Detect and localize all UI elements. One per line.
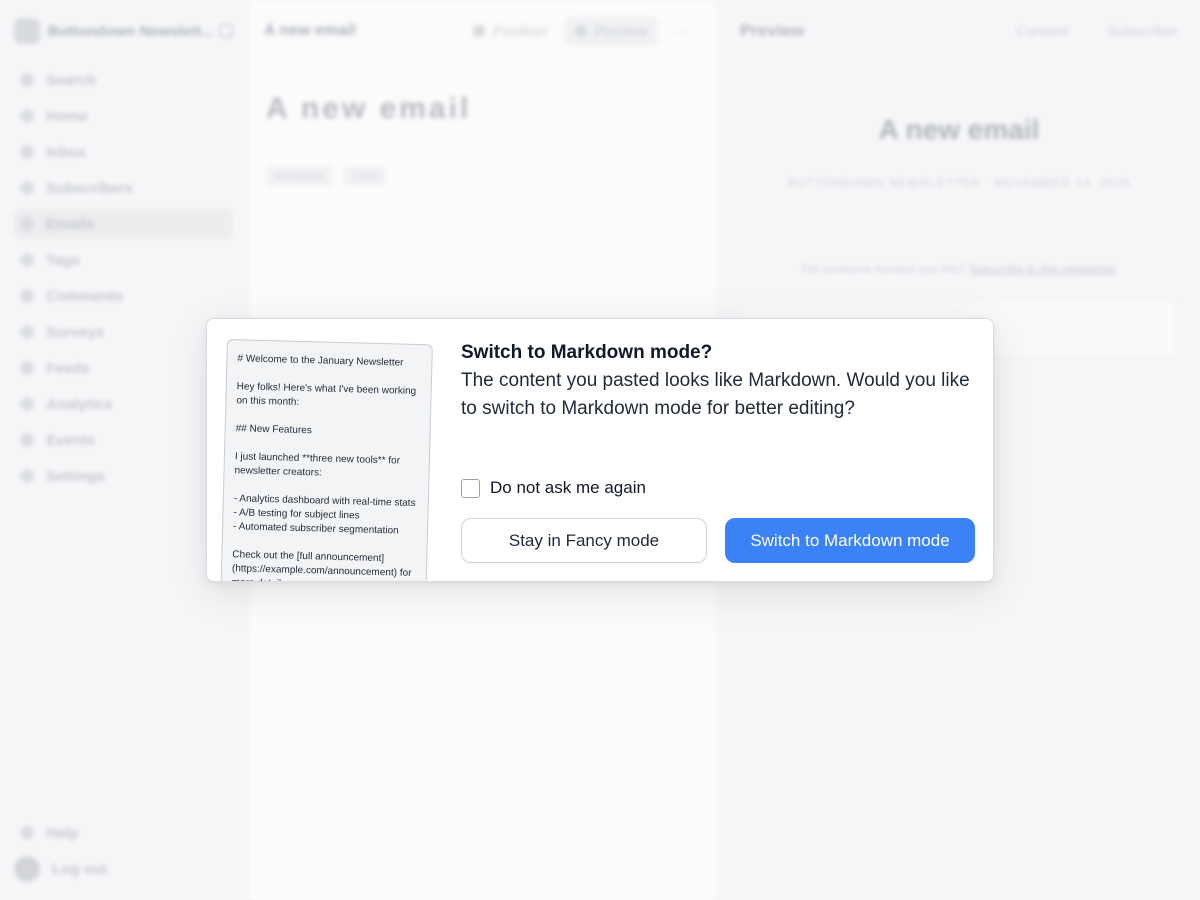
do-not-ask-label[interactable]: Do not ask me again — [490, 478, 646, 498]
dialog-body: Switch to Markdown mode? The content you… — [461, 341, 973, 423]
do-not-ask-checkbox-row[interactable]: Do not ask me again — [461, 478, 646, 498]
dialog-title: Switch to Markdown mode? — [461, 342, 713, 363]
switch-markdown-mode-button[interactable]: Switch to Markdown mode — [725, 518, 975, 563]
dialog-message: The content you pasted looks like Markdo… — [461, 370, 970, 419]
markdown-mode-dialog: # Welcome to the January Newsletter Hey f… — [206, 318, 994, 582]
markdown-preview-card: # Welcome to the January Newsletter Hey f… — [219, 339, 433, 581]
do-not-ask-checkbox[interactable] — [461, 478, 480, 498]
stay-fancy-mode-button[interactable]: Stay in Fancy mode — [461, 518, 707, 563]
